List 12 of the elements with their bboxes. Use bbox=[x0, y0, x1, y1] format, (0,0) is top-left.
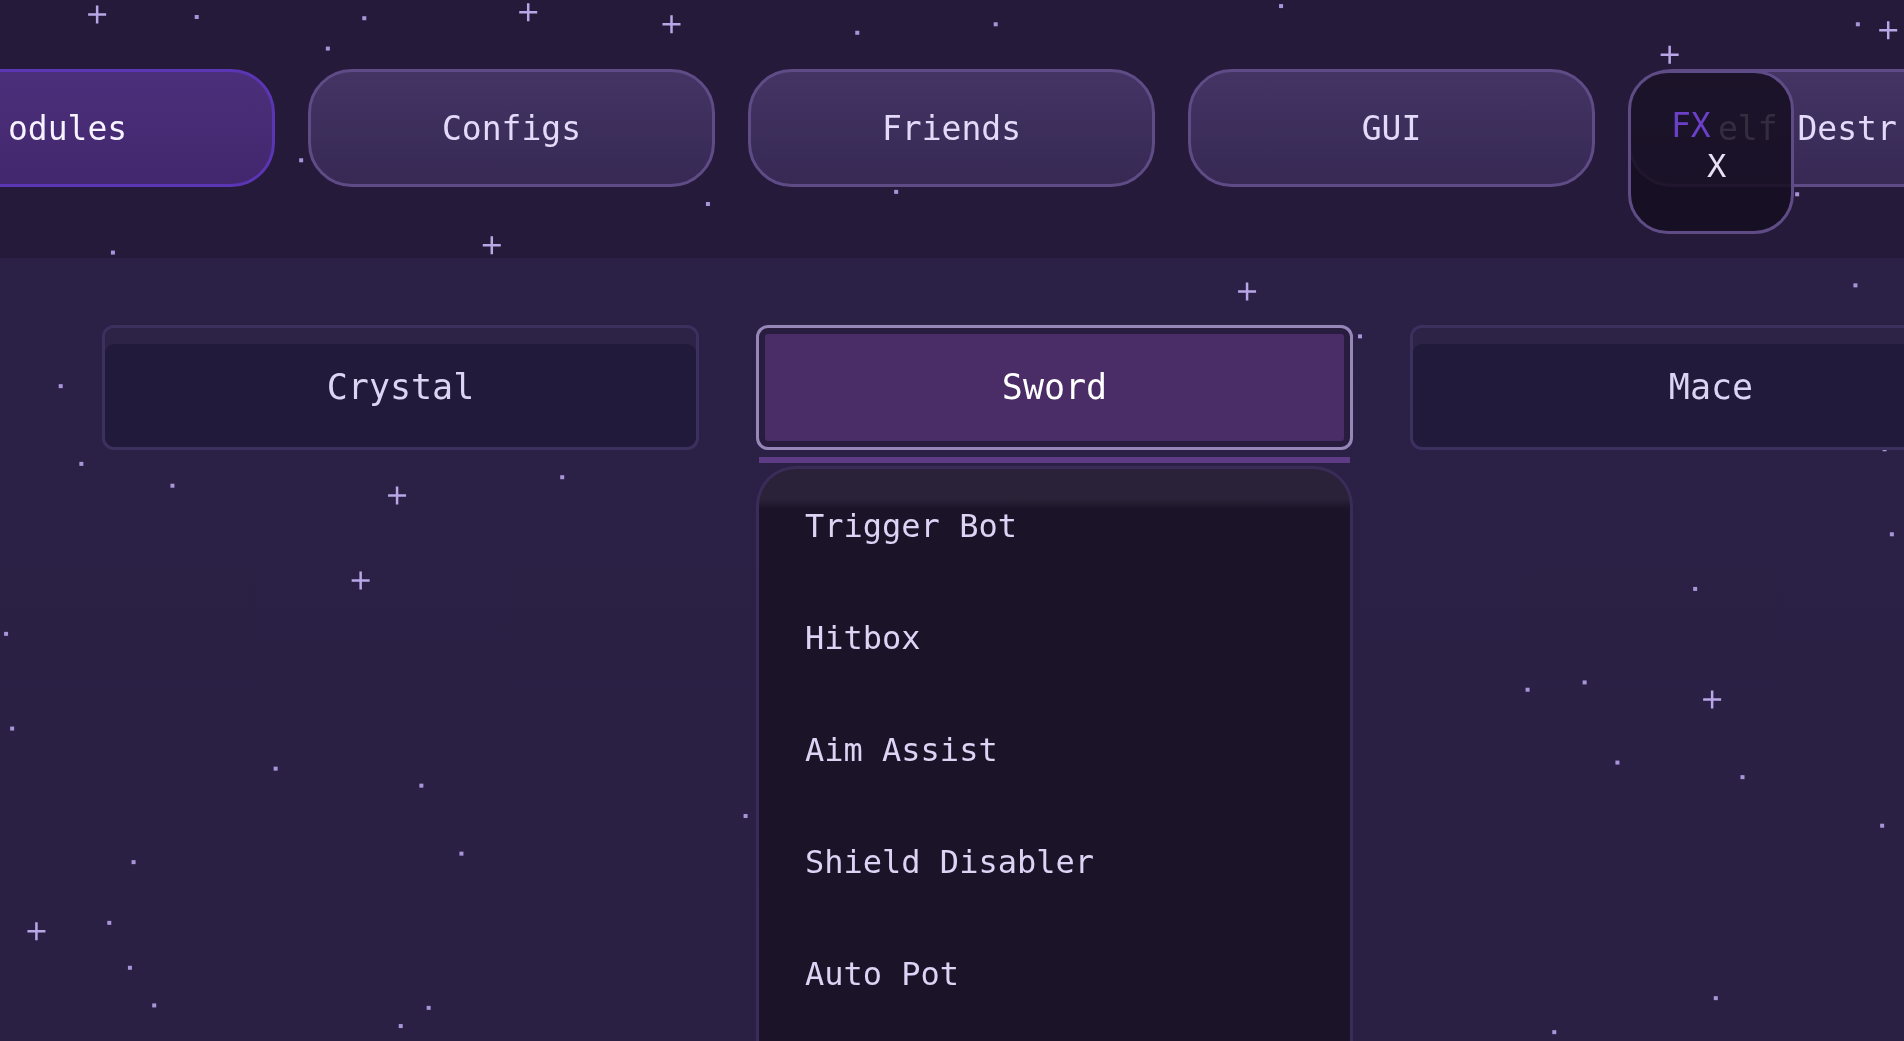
nav-tab[interactable]: GUI bbox=[1188, 69, 1595, 187]
nav-tab[interactable]: Configs bbox=[308, 69, 715, 187]
module-item[interactable]: Aim Assist bbox=[759, 694, 1350, 806]
module-item[interactable]: Shield Disabler bbox=[759, 806, 1350, 918]
category-tab[interactable]: Mace bbox=[1410, 325, 1904, 450]
nav-tab[interactable]: Friends bbox=[748, 69, 1155, 187]
module-item[interactable]: Auto Pot bbox=[759, 918, 1350, 1030]
module-item[interactable]: Trigger Bot bbox=[759, 470, 1350, 582]
nav-tab[interactable]: odules bbox=[0, 69, 275, 187]
category-tab[interactable]: Sword bbox=[756, 325, 1353, 450]
category-tab[interactable]: Crystal bbox=[102, 325, 699, 450]
module-item[interactable]: Hitbox bbox=[759, 582, 1350, 694]
